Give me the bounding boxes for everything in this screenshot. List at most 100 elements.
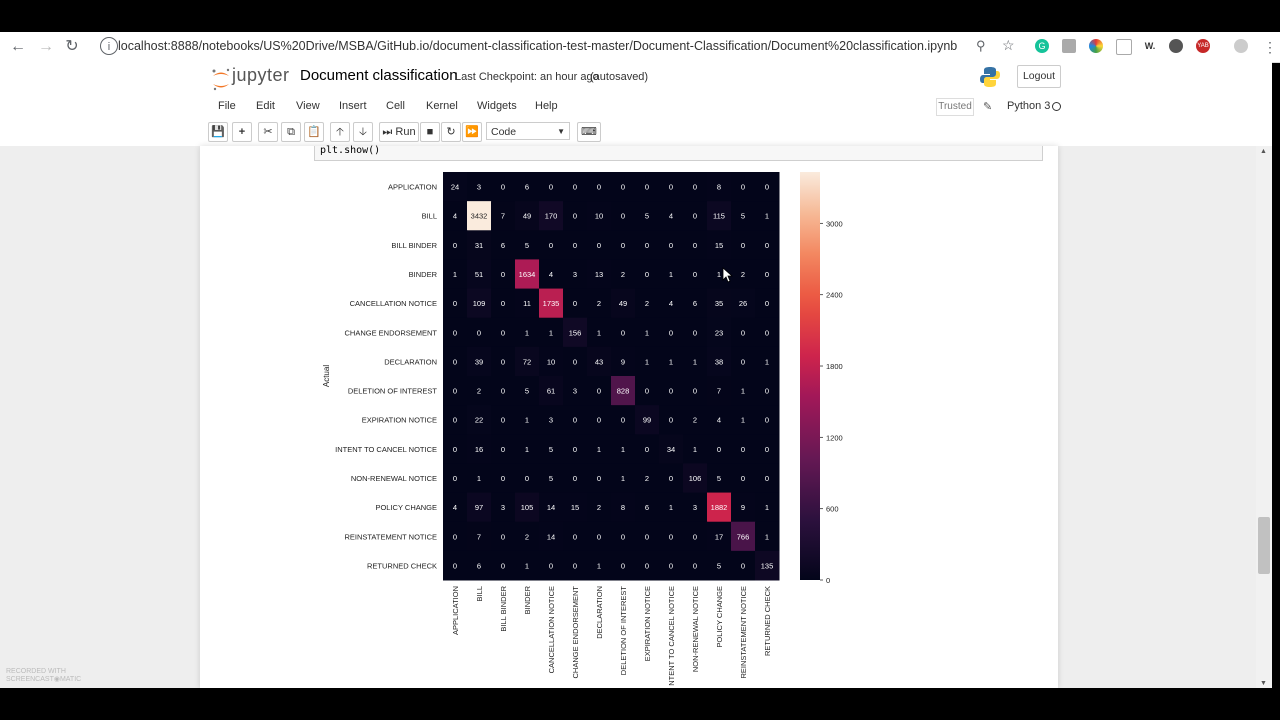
y-tick-label: APPLICATION: [388, 183, 437, 192]
restart-icon[interactable]: ↻: [441, 122, 461, 142]
w-icon[interactable]: W.: [1141, 39, 1159, 53]
menu-widgets[interactable]: Widgets: [477, 100, 517, 112]
back-icon[interactable]: ←: [8, 37, 28, 57]
x-tick-label: POLICY CHANGE: [715, 586, 724, 648]
cell-value-label: 0: [573, 183, 577, 192]
cell-value-label: 1: [645, 328, 649, 337]
cell-value-label: 0: [549, 183, 553, 192]
fast-forward-icon[interactable]: ⏩: [462, 122, 482, 142]
reload-icon[interactable]: ↻: [62, 37, 82, 57]
cell-value-label: 6: [477, 561, 481, 570]
scroll-up-icon[interactable]: ▲: [1260, 148, 1267, 155]
scroll-down-icon[interactable]: ▼: [1260, 680, 1267, 687]
cell-type-select[interactable]: Code ▼: [486, 122, 570, 140]
yab-icon[interactable]: YAB: [1196, 39, 1210, 53]
cell-value-label: 0: [693, 561, 697, 570]
cell-value-label: 1: [741, 387, 745, 396]
cell-value-label: 1: [765, 503, 769, 512]
cell-value-label: 0: [573, 299, 577, 308]
cell-value-label: 0: [573, 561, 577, 570]
cell-value-label: 0: [453, 241, 457, 250]
menu-help[interactable]: Help: [535, 100, 558, 112]
bookmark-star-icon[interactable]: ☆: [1002, 37, 1015, 54]
kernel-name: Python 3: [1007, 100, 1051, 112]
cell-value-label: 0: [573, 241, 577, 250]
cell-value-label: 2: [645, 299, 649, 308]
menu-file[interactable]: File: [218, 100, 236, 112]
colorbar: [800, 172, 820, 580]
cell-value-label: 2: [597, 503, 601, 512]
stop-icon[interactable]: ■: [420, 122, 440, 142]
paste-icon[interactable]: 📋: [304, 122, 324, 142]
menu-cell[interactable]: Cell: [386, 100, 405, 112]
menu-insert[interactable]: Insert: [339, 100, 367, 112]
cell-value-label: 0: [453, 416, 457, 425]
cell-value-label: 135: [761, 561, 774, 570]
cell-value-label: 1: [621, 445, 625, 454]
ext-icon[interactable]: [1062, 39, 1076, 53]
cell-value-label: 0: [765, 299, 769, 308]
logout-button[interactable]: Logout: [1017, 65, 1061, 88]
info-icon[interactable]: i: [100, 37, 118, 55]
cell-value-label: 0: [501, 299, 505, 308]
notebook-title[interactable]: Document classification: [300, 67, 458, 84]
edit-pencil-icon[interactable]: ✎: [983, 100, 992, 113]
cell-value-label: 22: [475, 416, 483, 425]
profile-icon[interactable]: [1234, 39, 1248, 53]
cut-icon[interactable]: ✂: [258, 122, 278, 142]
cell-value-label: 13: [595, 270, 603, 279]
run-label: Run: [395, 126, 416, 138]
menu-kernel[interactable]: Kernel: [426, 100, 458, 112]
y-tick-label: POLICY CHANGE: [375, 503, 437, 512]
y-tick-label: RETURNED CHECK: [367, 561, 437, 570]
move-up-icon[interactable]: 🡡: [330, 122, 350, 142]
cell-value-label: 1: [525, 445, 529, 454]
menu-view[interactable]: View: [296, 100, 320, 112]
add-cell-icon[interactable]: +: [232, 122, 252, 142]
cell-value-label: 0: [621, 183, 625, 192]
ext-icon[interactable]: [1169, 39, 1183, 53]
scroll-thumb[interactable]: [1258, 517, 1270, 574]
cell-value-label: 0: [597, 241, 601, 250]
address-bar[interactable]: i localhost:8888/notebooks/US%20Drive/MS…: [90, 35, 1226, 59]
keyboard-icon[interactable]: ⌨: [577, 122, 601, 142]
run-button[interactable]: ⏭ Run: [379, 122, 419, 142]
cell-value-label: 0: [621, 241, 625, 250]
cell-value-label: 0: [765, 183, 769, 192]
cell-value-label: 7: [717, 387, 721, 396]
cell-value-label: 49: [523, 212, 531, 221]
cell-value-label: 3432: [471, 212, 488, 221]
cell-value-label: 828: [617, 387, 630, 396]
url-text[interactable]: localhost:8888/notebooks/US%20Drive/MSBA…: [118, 39, 957, 53]
cell-value-label: 0: [693, 212, 697, 221]
cell-value-label: 9: [741, 503, 745, 512]
cell-value-label: 0: [453, 445, 457, 454]
jupyter-logo-text[interactable]: jupyter: [232, 65, 290, 86]
screencast-watermark-icon: RECORDED WITH SCREENCAST◉MATIC: [6, 668, 82, 683]
cell-value-label: 51: [475, 270, 483, 279]
cell-value-label: 0: [501, 328, 505, 337]
color-wheel-icon[interactable]: [1089, 39, 1103, 53]
cell-value-label: 0: [741, 474, 745, 483]
menu-edit[interactable]: Edit: [256, 100, 275, 112]
save-icon[interactable]: 💾: [208, 122, 228, 142]
cell-value-label: 0: [453, 299, 457, 308]
cell-value-label: 0: [669, 387, 673, 396]
cell-value-label: 4: [453, 503, 457, 512]
trusted-badge[interactable]: Trusted: [936, 98, 974, 116]
x-tick-label: NON-RENEWAL NOTICE: [691, 586, 700, 672]
zoom-icon[interactable]: ⚲: [976, 38, 986, 54]
menu-dots-icon[interactable]: ⋮: [1260, 37, 1280, 57]
cell-value-label: 115: [713, 212, 725, 221]
grammarly-icon[interactable]: G: [1035, 39, 1049, 53]
copy-icon[interactable]: ⧉: [281, 122, 301, 142]
jupyter-logo-icon: [212, 68, 230, 91]
page-scrollbar[interactable]: [1256, 146, 1272, 688]
move-down-icon[interactable]: 🡣: [353, 122, 373, 142]
cell-value-label: 0: [765, 241, 769, 250]
cell-value-label: 0: [597, 387, 601, 396]
x-tick-label: DECLARATION: [595, 586, 604, 639]
cell-value-label: 1: [453, 270, 457, 279]
ext-icon[interactable]: [1116, 39, 1132, 55]
forward-icon[interactable]: →: [36, 37, 56, 57]
